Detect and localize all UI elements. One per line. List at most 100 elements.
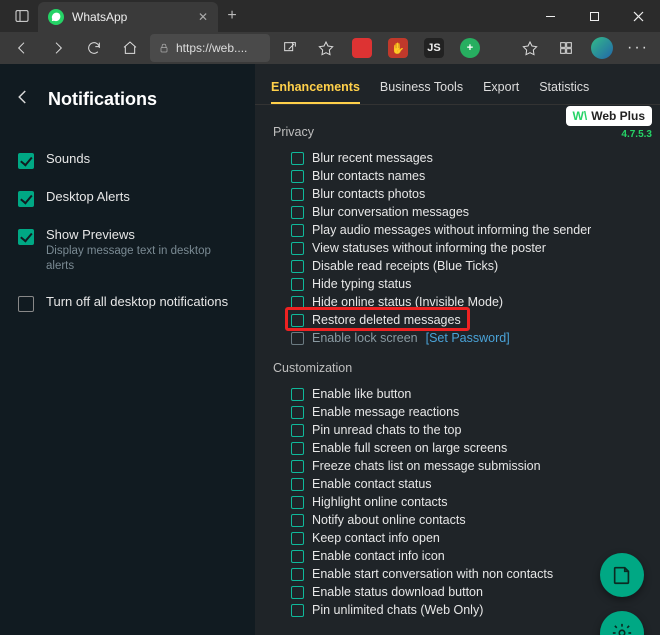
checkbox[interactable]	[291, 514, 304, 527]
option-pin-unlimited-chats-web-only[interactable]: Pin unlimited chats (Web Only)	[273, 601, 642, 619]
checkbox[interactable]	[291, 278, 304, 291]
refresh-button[interactable]	[78, 32, 110, 64]
checkbox[interactable]	[291, 170, 304, 183]
ext1-icon[interactable]	[346, 32, 378, 64]
checkbox[interactable]	[18, 229, 34, 245]
option-label: Pin unread chats to the top	[312, 423, 461, 437]
ext4-icon[interactable]: +	[454, 32, 486, 64]
checkbox[interactable]	[291, 260, 304, 273]
extension-panel: Enhancements Business Tools Export Statisti…	[255, 64, 660, 635]
setting-label: Sounds	[46, 151, 90, 166]
checkbox[interactable]	[291, 206, 304, 219]
option-keep-contact-info-open[interactable]: Keep contact info open	[273, 529, 642, 547]
setting-show-previews[interactable]: Show PreviewsDisplay message text in des…	[0, 217, 255, 284]
option-enable-lock-screen[interactable]: Enable lock screen [Set Password]	[273, 329, 642, 347]
option-label: Disable read receipts (Blue Ticks)	[312, 259, 498, 273]
checkbox[interactable]	[291, 152, 304, 165]
option-label: Hide typing status	[312, 277, 411, 291]
tab-enhancements[interactable]: Enhancements	[271, 74, 360, 104]
checkbox[interactable]	[291, 424, 304, 437]
option-enable-start-conversation-with-non-contacts[interactable]: Enable start conversation with non conta…	[273, 565, 642, 583]
option-hide-typing-status[interactable]: Hide typing status	[273, 275, 642, 293]
browser-tab[interactable]: WhatsApp ✕	[38, 2, 218, 32]
option-enable-like-button[interactable]: Enable like button	[273, 385, 642, 403]
settings-fab[interactable]	[600, 611, 644, 635]
option-freeze-chats-list-on-message-submission[interactable]: Freeze chats list on message submission	[273, 457, 642, 475]
checkbox[interactable]	[291, 296, 304, 309]
close-icon[interactable]: ✕	[198, 10, 208, 24]
option-enable-full-screen-on-large-screens[interactable]: Enable full screen on large screens	[273, 439, 642, 457]
checkbox[interactable]	[18, 296, 34, 312]
checkbox[interactable]	[291, 550, 304, 563]
checkbox[interactable]	[291, 242, 304, 255]
checkbox[interactable]	[291, 532, 304, 545]
ext3-icon[interactable]: JS	[418, 32, 450, 64]
checkbox[interactable]	[291, 406, 304, 419]
ext2-icon[interactable]: ✋	[382, 32, 414, 64]
back-button[interactable]	[6, 32, 38, 64]
checkbox[interactable]	[291, 388, 304, 401]
checkbox[interactable]	[18, 191, 34, 207]
open-external-icon[interactable]	[274, 32, 306, 64]
new-tab-button[interactable]: +	[218, 7, 246, 25]
option-enable-contact-status[interactable]: Enable contact status	[273, 475, 642, 493]
tab-business-tools[interactable]: Business Tools	[380, 74, 463, 104]
collections-button[interactable]	[550, 32, 582, 64]
checkbox[interactable]	[291, 496, 304, 509]
option-label: Notify about online contacts	[312, 513, 466, 527]
checkbox[interactable]	[291, 568, 304, 581]
setting-desktop-alerts[interactable]: Desktop Alerts	[0, 179, 255, 217]
option-view-statuses-without-informing-the-poster[interactable]: View statuses without informing the post…	[273, 239, 642, 257]
option-blur-recent-messages[interactable]: Blur recent messages	[273, 149, 642, 167]
option-play-audio-messages-without-informing-the-sender[interactable]: Play audio messages without informing th…	[273, 221, 642, 239]
close-window-button[interactable]	[616, 0, 660, 32]
option-enable-message-reactions[interactable]: Enable message reactions	[273, 403, 642, 421]
checkbox[interactable]	[291, 224, 304, 237]
checkbox[interactable]	[291, 478, 304, 491]
checkbox[interactable]	[291, 586, 304, 599]
option-label: Hide online status (Invisible Mode)	[312, 295, 503, 309]
option-highlight-online-contacts[interactable]: Highlight online contacts	[273, 493, 642, 511]
option-enable-status-download-button[interactable]: Enable status download button	[273, 583, 642, 601]
option-enable-contact-info-icon[interactable]: Enable contact info icon	[273, 547, 642, 565]
favorite-icon[interactable]	[310, 32, 342, 64]
setting-sounds[interactable]: Sounds	[0, 141, 255, 179]
checkbox[interactable]	[291, 188, 304, 201]
tab-export[interactable]: Export	[483, 74, 519, 104]
option-blur-contacts-photos[interactable]: Blur contacts photos	[273, 185, 642, 203]
setting-label: Turn off all desktop notifications	[46, 294, 228, 309]
minimize-button[interactable]	[528, 0, 572, 32]
more-button[interactable]: ···	[622, 32, 654, 64]
setting-sublabel: Display message text in desktop alerts	[46, 244, 237, 274]
tab-statistics[interactable]: Statistics	[539, 74, 589, 104]
checkbox[interactable]	[291, 442, 304, 455]
option-pin-unread-chats-to-the-top[interactable]: Pin unread chats to the top	[273, 421, 642, 439]
checkbox[interactable]	[291, 314, 304, 327]
forward-button[interactable]	[42, 32, 74, 64]
option-hide-online-status-invisible-mode[interactable]: Hide online status (Invisible Mode)	[273, 293, 642, 311]
sidebar-toggle-icon[interactable]	[6, 0, 38, 32]
option-restore-deleted-messages[interactable]: Restore deleted messages	[273, 311, 642, 329]
checkbox[interactable]	[291, 460, 304, 473]
back-arrow-icon[interactable]	[14, 88, 32, 111]
option-label: Enable message reactions	[312, 405, 459, 419]
checkbox[interactable]	[291, 332, 304, 345]
option-disable-read-receipts-blue-ticks[interactable]: Disable read receipts (Blue Ticks)	[273, 257, 642, 275]
option-label: Enable start conversation with non conta…	[312, 567, 553, 581]
address-bar[interactable]: https://web....	[150, 34, 270, 62]
favorites-button[interactable]	[514, 32, 546, 64]
option-label: Pin unlimited chats (Web Only)	[312, 603, 483, 617]
setting-turn-off-all-desktop-notifications[interactable]: Turn off all desktop notifications	[0, 284, 255, 322]
maximize-button[interactable]	[572, 0, 616, 32]
profile-avatar[interactable]	[586, 32, 618, 64]
section-title: Customization	[273, 361, 642, 375]
option-blur-conversation-messages[interactable]: Blur conversation messages	[273, 203, 642, 221]
checkbox[interactable]	[291, 604, 304, 617]
option-notify-about-online-contacts[interactable]: Notify about online contacts	[273, 511, 642, 529]
sticker-fab[interactable]	[600, 553, 644, 597]
option-label: Enable contact info icon	[312, 549, 445, 563]
home-button[interactable]	[114, 32, 146, 64]
set-password-link[interactable]: [Set Password]	[426, 331, 510, 345]
checkbox[interactable]	[18, 153, 34, 169]
option-blur-contacts-names[interactable]: Blur contacts names	[273, 167, 642, 185]
